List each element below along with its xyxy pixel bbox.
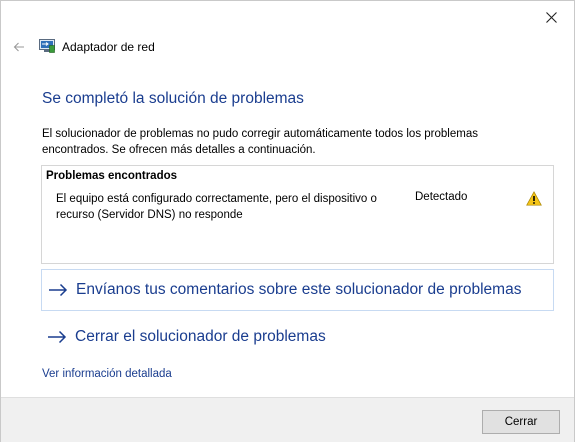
- window-title: Adaptador de red: [62, 40, 155, 54]
- arrow-left-icon: [13, 42, 24, 52]
- arrow-right-icon: [49, 283, 68, 297]
- problem-description: El equipo está configurado correctamente…: [56, 193, 377, 221]
- close-icon: [545, 11, 557, 23]
- view-details-link[interactable]: Ver información detallada: [42, 368, 172, 380]
- page-title: Se completó la solución de problemas: [42, 90, 304, 107]
- feedback-link[interactable]: Envíanos tus comentarios sobre este solu…: [41, 269, 554, 311]
- problem-status: Detectado: [415, 191, 468, 203]
- problems-header: Problemas encontrados: [46, 170, 178, 182]
- problems-panel: Problemas encontrados El equipo está con…: [41, 165, 554, 264]
- arrow-right-icon: [48, 330, 67, 344]
- description-text: El solucionador de problemas no pudo cor…: [42, 128, 478, 156]
- back-button[interactable]: [9, 37, 29, 57]
- close-button[interactable]: Cerrar: [482, 410, 560, 434]
- footer-bar: Cerrar: [1, 397, 574, 442]
- troubleshooter-window: Adaptador de red Se completó la solución…: [0, 0, 575, 442]
- close-troubleshooter-label: Cerrar el solucionador de problemas: [75, 328, 326, 345]
- network-adapter-icon: [39, 39, 55, 53]
- feedback-link-label: Envíanos tus comentarios sobre este solu…: [76, 281, 522, 298]
- window-close-button[interactable]: [528, 1, 574, 33]
- close-troubleshooter-link[interactable]: Cerrar el solucionador de problemas: [41, 316, 554, 358]
- warning-icon: [526, 191, 542, 206]
